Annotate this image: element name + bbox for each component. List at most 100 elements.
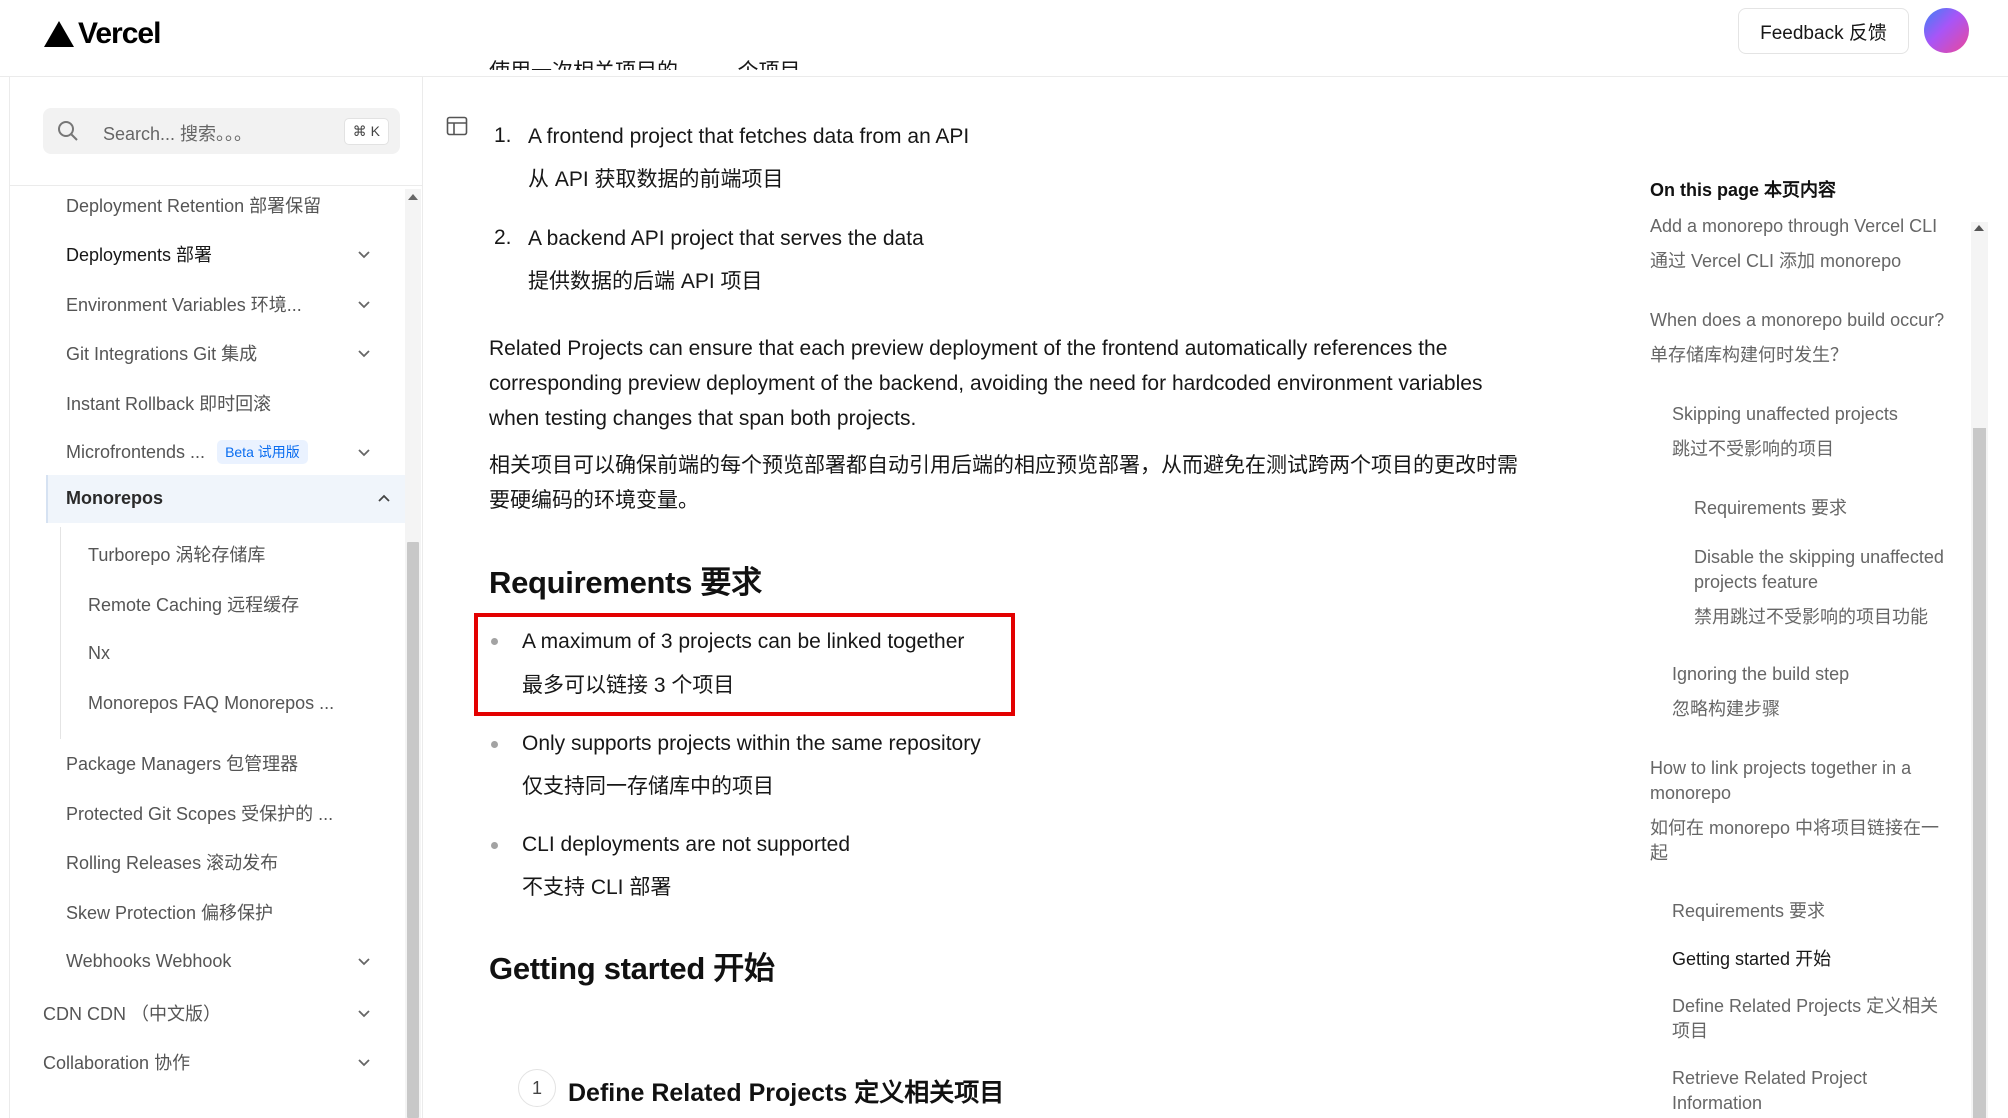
feedback-button[interactable]: Feedback 反馈 [1738, 8, 1909, 54]
docs-sidebar: Search... 搜索。。。 ⌘ K Deployment Retention… [9, 77, 423, 1118]
sidebar-item-label: Nx [88, 642, 110, 663]
sidebar-toggle-icon[interactable] [446, 115, 468, 137]
sidebar-item-protected-git-scopes[interactable]: Protected Git Scopes 受保护的 ... [66, 789, 376, 837]
paragraph-line: when testing changes that span both proj… [489, 407, 917, 430]
toc-line: Getting started 开始 [1672, 949, 1832, 969]
toc-link-monorepo-build[interactable]: When does a monorepo build occur? 单存储库构建… [1650, 308, 1944, 368]
toc-line: 如何在 monorepo 中将项目链接在一 [1650, 818, 1940, 838]
toc-line: Disable the skipping unaffected [1694, 547, 1944, 567]
toc-line: monorepo [1650, 783, 1732, 803]
chevron-down-icon [358, 350, 370, 358]
toc-line: When does a monorepo build occur? [1650, 310, 1945, 330]
sidebar-item-rolling-releases[interactable]: Rolling Releases 滚动发布 [66, 838, 376, 886]
sidebar-subitem-turborepo[interactable]: Turborepo 涡轮存储库 [88, 530, 378, 578]
sidebar-item-environment-variables[interactable]: Environment Variables 环境... [66, 280, 376, 328]
paragraph-line: corresponding preview deployment of the … [489, 372, 1483, 395]
sidebar-item-label: Package Managers 包管理器 [66, 754, 299, 774]
vercel-logo[interactable]: Vercel [44, 14, 161, 54]
paragraph-line: Related Projects can ensure that each pr… [489, 337, 1448, 360]
toc-link-requirements[interactable]: Requirements 要求 [1672, 899, 1825, 924]
sidebar-item-label: Monorepos FAQ Monorepos ... [88, 692, 335, 713]
search-shortcut: ⌘ K [343, 118, 389, 145]
toc-line: 忽略构建步骤 [1672, 699, 1780, 719]
toc-link-retrieve-related-project[interactable]: Retrieve Related Project Information [1672, 1066, 1867, 1116]
requirement-translation: 仅支持同一存储库中的项目 [522, 775, 774, 798]
sidebar-item-collaboration[interactable]: Collaboration 协作 [43, 1038, 376, 1086]
sidebar-item-label: Webhooks Webhook [66, 950, 232, 971]
sidebar-subitem-nx[interactable]: Nx [88, 629, 378, 677]
chevron-down-icon [358, 1059, 370, 1067]
vercel-triangle-icon [44, 21, 74, 47]
sidebar-item-label: Deployment Retention 部署保留 [66, 196, 322, 216]
sidebar-item-label: Git Integrations Git 集成 [66, 344, 258, 364]
sidebar-item-label: Turborepo 涡轮存储库 [88, 545, 266, 565]
sidebar-item-label: Rolling Releases 滚动发布 [66, 853, 279, 873]
sidebar-item-label: Collaboration 协作 [43, 1053, 191, 1073]
toc-line: How to link projects together in a [1650, 758, 1912, 778]
search-icon [58, 121, 78, 141]
sidebar-item-microfrontends[interactable]: Microfrontends ... Beta 试用版 [66, 428, 376, 476]
toc-line: 单存储库构建何时发生？ [1650, 345, 1848, 365]
toc-line: 通过 Vercel CLI 添加 monorepo [1650, 251, 1902, 271]
toc-line: Define Related Projects 定义相关 [1672, 996, 1939, 1016]
scroll-up-arrow-icon[interactable] [1974, 225, 1984, 231]
search-input[interactable]: Search... 搜索。。。 [103, 120, 252, 146]
toc-link-ignoring-build-step[interactable]: Ignoring the build step 忽略构建步骤 [1672, 662, 1849, 722]
requirement-text: CLI deployments are not supported [522, 833, 851, 856]
toc-link-requirements-skip[interactable]: Requirements 要求 [1694, 496, 1847, 521]
toc-line: 起 [1650, 843, 1668, 863]
sidebar-item-label: CDN CDN （中文版） [43, 1004, 221, 1024]
partially-visible-line: 使用一次相关项目的 ··· ··· 个项目 [489, 52, 800, 70]
toc-link-add-monorepo-cli[interactable]: Add a monorepo through Vercel CLI 通过 Ver… [1650, 214, 1937, 274]
sidebar-item-label: Microfrontends ... [66, 441, 206, 462]
list-number: 1. [494, 124, 512, 147]
toc-line: 跳过不受影响的项目 [1672, 439, 1834, 459]
user-avatar[interactable] [1924, 8, 1969, 53]
sidebar-item-label: Instant Rollback 即时回滚 [66, 394, 272, 414]
sidebar-item-label: Deployments 部署 [66, 245, 213, 265]
toc-link-skipping-unaffected[interactable]: Skipping unaffected projects 跳过不受影响的项目 [1672, 402, 1898, 462]
sidebar-item-label: Skew Protection 偏移保护 [66, 903, 274, 923]
toc-line: Requirements 要求 [1694, 498, 1848, 518]
toc-line: Information [1672, 1093, 1763, 1113]
step-number: 1 [518, 1069, 556, 1107]
sidebar-item-git-integrations[interactable]: Git Integrations Git 集成 [66, 329, 376, 377]
logo-text: Vercel [78, 17, 161, 50]
toc-link-getting-started[interactable]: Getting started 开始 [1672, 947, 1831, 972]
sidebar-item-deployment-retention[interactable]: Deployment Retention 部署保留 [66, 181, 376, 229]
list-number: 2. [494, 226, 512, 249]
toc-line: Skipping unaffected projects [1672, 404, 1898, 424]
sidebar-item-monorepos[interactable]: Monorepos [46, 475, 414, 523]
toc-line: Retrieve Related Project [1672, 1068, 1868, 1088]
sidebar-item-package-managers[interactable]: Package Managers 包管理器 [66, 739, 376, 787]
toc-link-disable-skipping[interactable]: Disable the skipping unaffected projects… [1694, 545, 1944, 630]
sidebar-item-skew-protection[interactable]: Skew Protection 偏移保护 [66, 888, 376, 936]
sidebar-scrollbar-thumb[interactable] [407, 542, 419, 1118]
sidebar-item-cdn[interactable]: CDN CDN （中文版） [43, 989, 376, 1037]
requirement-text: Only supports projects within the same r… [522, 732, 981, 755]
sidebar-item-label: Monorepos [66, 488, 163, 508]
scroll-up-arrow-icon[interactable] [408, 194, 418, 200]
requirement-translation: 不支持 CLI 部署 [522, 876, 672, 899]
sidebar-item-deployments[interactable]: Deployments 部署 [66, 230, 376, 278]
toc-line: Add a monorepo through Vercel CLI [1650, 216, 1938, 236]
toc-line: Ignoring the build step [1672, 664, 1850, 684]
toc-scrollbar-thumb[interactable] [1973, 428, 1986, 1118]
bullet-dot [491, 741, 498, 748]
list-item-translation: 提供数据的后端 API 项目 [528, 270, 763, 293]
search-box[interactable]: Search... 搜索。。。 ⌘ K [43, 108, 400, 154]
toc-link-link-projects[interactable]: How to link projects together in a monor… [1650, 756, 1939, 866]
sidebar-item-label: Environment Variables 环境... [66, 295, 302, 315]
sidebar-item-webhooks[interactable]: Webhooks Webhook [66, 937, 376, 985]
chevron-down-icon [358, 1010, 370, 1018]
sidebar-subitem-monorepos-faq[interactable]: Monorepos FAQ Monorepos ... [88, 679, 378, 727]
chevron-down-icon [358, 301, 370, 309]
sidebar-subitem-remote-caching[interactable]: Remote Caching 远程缓存 [88, 580, 378, 628]
list-item-text: A backend API project that serves the da… [528, 227, 924, 250]
sidebar-item-label: Protected Git Scopes 受保护的 ... [66, 804, 334, 824]
toc-link-define-related-projects[interactable]: Define Related Projects 定义相关 项目 [1672, 994, 1938, 1044]
toc-line: projects feature [1694, 572, 1819, 592]
bullet-dot [491, 842, 498, 849]
list-item-text: A frontend project that fetches data fro… [528, 125, 970, 148]
sidebar-item-instant-rollback[interactable]: Instant Rollback 即时回滚 [66, 379, 376, 427]
